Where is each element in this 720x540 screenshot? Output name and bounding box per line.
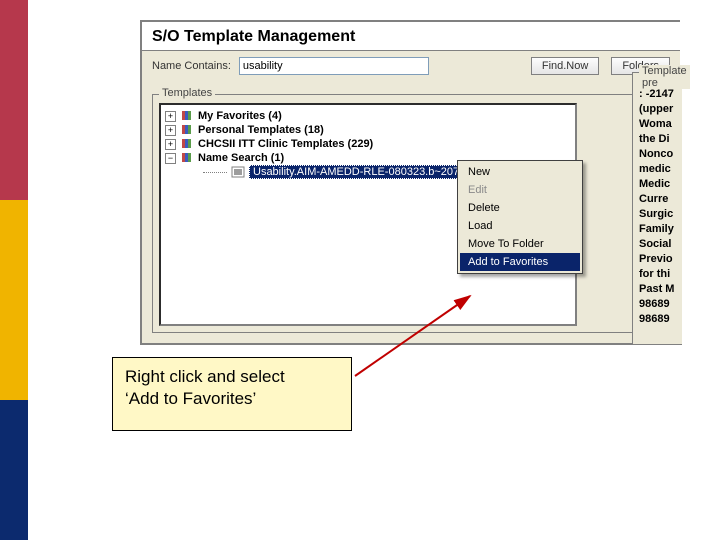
slide-accent-stripe xyxy=(0,0,28,540)
menu-item-delete[interactable]: Delete xyxy=(460,199,580,217)
menu-item-load[interactable]: Load xyxy=(460,217,580,235)
template-icon xyxy=(231,166,245,178)
folder-icon xyxy=(180,110,194,122)
window-title: S/O Template Management xyxy=(142,22,680,51)
collapse-icon[interactable]: − xyxy=(165,153,176,164)
search-toolbar: Name Contains: Find.Now Folders xyxy=(142,51,680,77)
tree-label: My Favorites (4) xyxy=(198,110,282,122)
tree-item: + CHCSII ITT Clinic Templates (229) xyxy=(163,137,573,151)
expand-icon[interactable]: + xyxy=(165,125,176,136)
tree-connector xyxy=(203,172,227,173)
folder-icon xyxy=(180,124,194,136)
expand-icon[interactable]: + xyxy=(165,111,176,122)
context-menu: New Edit Delete Load Move To Folder Add … xyxy=(457,160,583,274)
preview-group: Template pre : -2147 (upper Woma the Di … xyxy=(632,72,682,345)
templates-group: Templates + My Favorites (4) + Personal … xyxy=(152,94,680,333)
preview-group-label: Template pre xyxy=(639,65,690,89)
tree-label: Personal Templates (18) xyxy=(198,124,324,136)
templates-group-label: Templates xyxy=(159,87,215,99)
callout-line2: ‘Add to Favorites’ xyxy=(125,388,339,410)
instruction-callout: Right click and select ‘Add to Favorites… xyxy=(112,357,352,431)
preview-content: : -2147 (upper Woma the Di Nonco medic M… xyxy=(639,87,679,327)
callout-line1: Right click and select xyxy=(125,366,339,388)
tree-leaf-label: Usability.AIM-AMEDD-RLE-080323.b~207 xyxy=(249,165,463,179)
name-contains-input[interactable] xyxy=(239,57,429,75)
tree-item: + Personal Templates (18) xyxy=(163,123,573,137)
folder-icon xyxy=(180,138,194,150)
tree-label: Name Search (1) xyxy=(198,152,284,164)
menu-item-new[interactable]: New xyxy=(460,163,580,181)
folder-icon xyxy=(180,152,194,164)
expand-icon[interactable]: + xyxy=(165,139,176,150)
tree-label: CHCSII ITT Clinic Templates (229) xyxy=(198,138,373,150)
menu-item-edit: Edit xyxy=(460,181,580,199)
name-contains-label: Name Contains: xyxy=(152,60,231,72)
find-now-button[interactable]: Find.Now xyxy=(531,57,599,75)
menu-item-add-to-favorites[interactable]: Add to Favorites xyxy=(460,253,580,271)
tree-item: + My Favorites (4) xyxy=(163,109,573,123)
menu-item-move-to-folder[interactable]: Move To Folder xyxy=(460,235,580,253)
app-window: S/O Template Management Name Contains: F… xyxy=(140,20,680,345)
